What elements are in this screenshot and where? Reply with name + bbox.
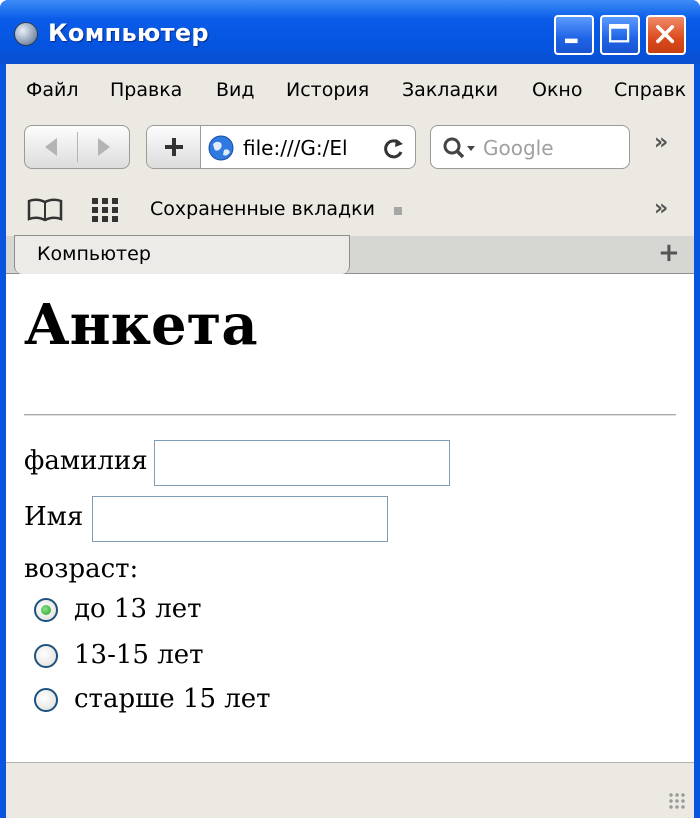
age-radio-13-15[interactable] [34, 644, 58, 668]
page-content: Анкета фамилия Имя возраст: до 13 лет 13… [6, 274, 694, 762]
age-option-label: 13-15 лет [74, 640, 204, 670]
menu-window[interactable]: Окно [532, 79, 582, 101]
plus-icon [165, 138, 183, 156]
new-tab-icon[interactable]: + [658, 238, 680, 268]
menu-history[interactable]: История [286, 79, 369, 101]
age-option-label: старше 15 лет [74, 684, 271, 714]
window-title: Компьютер [48, 19, 209, 47]
surname-input[interactable] [154, 440, 450, 486]
bookmark-separator [394, 207, 402, 215]
age-radio-under-13[interactable] [34, 598, 58, 622]
tab-bar: Компьютер + [6, 235, 694, 274]
address-bar[interactable]: file:///G:/El [146, 125, 416, 169]
status-bar [6, 762, 694, 818]
menu-edit[interactable]: Правка [110, 79, 182, 101]
search-placeholder: Google [483, 136, 554, 160]
page-heading: Анкета [24, 292, 258, 358]
app-icon [14, 22, 38, 46]
navigation-toolbar: file:///G:/El Google » [6, 114, 694, 184]
tab-computer[interactable]: Компьютер [14, 235, 350, 274]
name-label: Имя [24, 502, 84, 532]
client-area: Файл Правка Вид История Закладки Окно Сп… [6, 64, 694, 818]
resize-grip-icon[interactable] [668, 792, 686, 810]
menu-bookmarks[interactable]: Закладки [402, 79, 498, 101]
age-label: возраст: [24, 554, 139, 584]
menu-bar: Файл Правка Вид История Закладки Окно Сп… [6, 64, 694, 114]
radio-checked-dot [41, 605, 51, 615]
globe-icon [208, 135, 234, 161]
grid-icon[interactable] [90, 196, 122, 224]
search-icon[interactable] [441, 135, 479, 161]
url-text[interactable]: file:///G:/El [243, 136, 348, 160]
horizontal-rule [24, 414, 676, 416]
forward-arrow-icon [98, 138, 110, 156]
add-bookmark-button[interactable] [147, 126, 201, 168]
age-option-label: до 13 лет [74, 594, 202, 624]
bookmarks-bar: Сохраненные вкладки » [6, 184, 694, 236]
name-input[interactable] [92, 496, 388, 542]
saved-tabs-bookmark[interactable]: Сохраненные вкладки [150, 198, 375, 220]
tab-label: Компьютер [37, 243, 151, 265]
minimize-button[interactable] [554, 15, 594, 55]
close-button[interactable] [646, 15, 686, 55]
title-bar[interactable]: Компьютер [0, 0, 700, 64]
maximize-button[interactable] [600, 15, 640, 55]
search-field[interactable]: Google [430, 125, 630, 169]
age-radio-over-15[interactable] [34, 688, 58, 712]
back-button[interactable] [25, 126, 77, 168]
back-arrow-icon [45, 138, 57, 156]
bookmarks-overflow-icon[interactable]: » [654, 196, 668, 221]
menu-help[interactable]: Справк [614, 79, 686, 101]
forward-button[interactable] [78, 126, 130, 168]
reload-icon[interactable] [381, 136, 407, 160]
maximize-icon [608, 23, 630, 43]
back-forward-group [24, 125, 130, 169]
book-icon[interactable] [26, 196, 64, 224]
toolbar-overflow-icon[interactable]: » [654, 130, 668, 155]
surname-label: фамилия [24, 446, 148, 476]
menu-file[interactable]: Файл [26, 79, 79, 101]
close-icon [656, 25, 675, 44]
minimize-icon [565, 38, 578, 44]
browser-window: Компьютер Файл Правка Вид История Заклад… [0, 0, 700, 818]
menu-view[interactable]: Вид [216, 79, 255, 101]
